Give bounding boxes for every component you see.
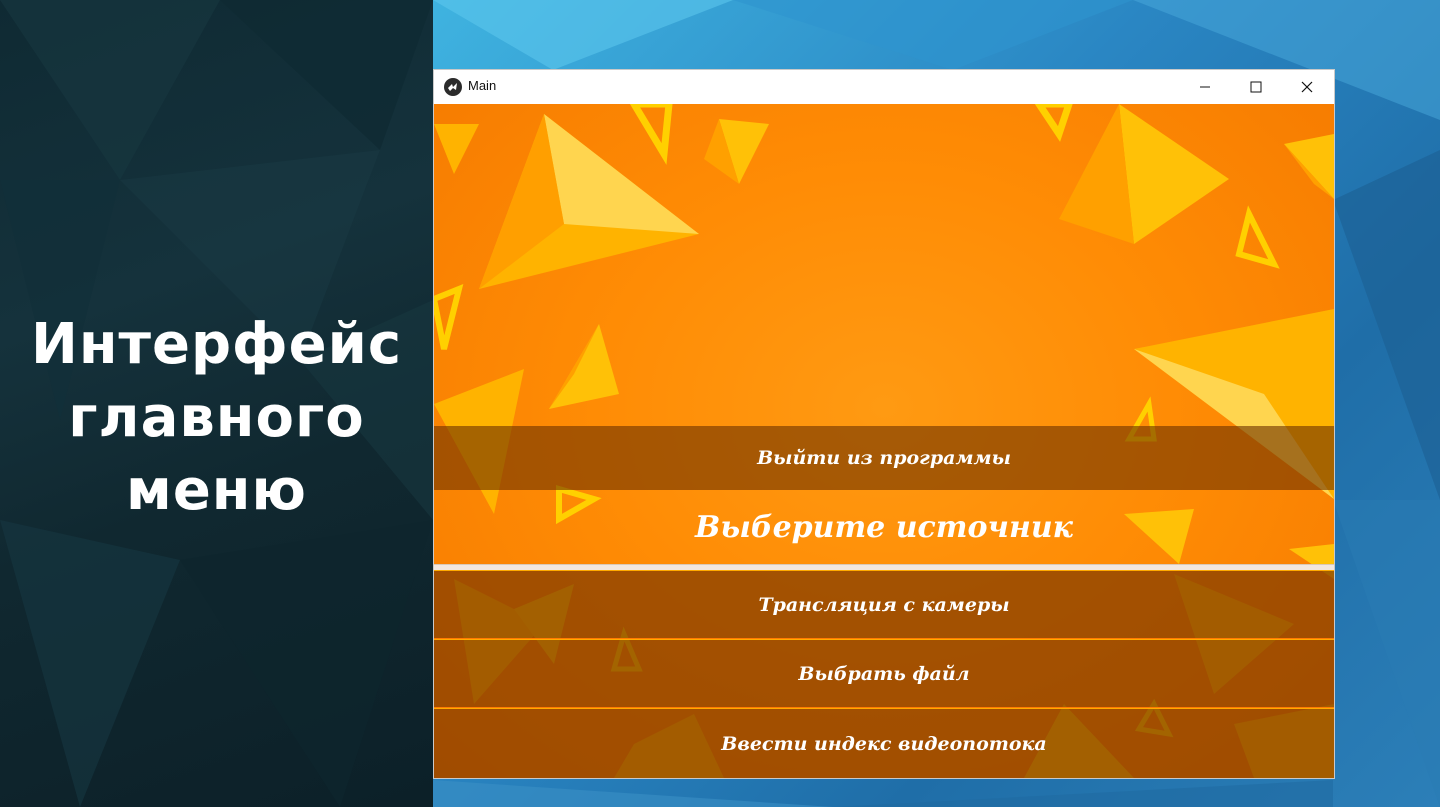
maximize-button[interactable] — [1233, 70, 1279, 104]
stream-index-button[interactable]: Ввести индекс видеопотока — [434, 708, 1334, 778]
exit-button[interactable]: Выйти из программы — [434, 426, 1334, 490]
slide-panel: Интерфейс главного меню — [0, 0, 433, 807]
window-titlebar[interactable]: Main — [434, 70, 1334, 104]
main-menu-screen: Выйти из программы Выберите источник Тра… — [434, 104, 1334, 778]
maximize-icon — [1250, 81, 1262, 93]
slide-title-line-2: главного — [68, 385, 365, 450]
app-window: Main Выйти из программы Выберите источни… — [434, 70, 1334, 778]
slide-title-line-3: меню — [126, 458, 307, 523]
choose-file-button[interactable]: Выбрать файл — [434, 639, 1334, 708]
window-title: Main — [468, 78, 497, 93]
slide-title-line-1: Интерфейс — [30, 312, 403, 377]
close-icon — [1301, 81, 1313, 93]
minimize-icon — [1200, 86, 1210, 88]
camera-stream-button[interactable]: Трансляция с камеры — [434, 570, 1334, 639]
slide-title: Интерфейс главного меню — [0, 308, 433, 527]
minimize-button[interactable] — [1182, 70, 1228, 104]
choose-source-heading: Выберите источник — [695, 509, 1073, 545]
close-button[interactable] — [1284, 70, 1330, 104]
kivy-app-icon — [444, 78, 462, 96]
